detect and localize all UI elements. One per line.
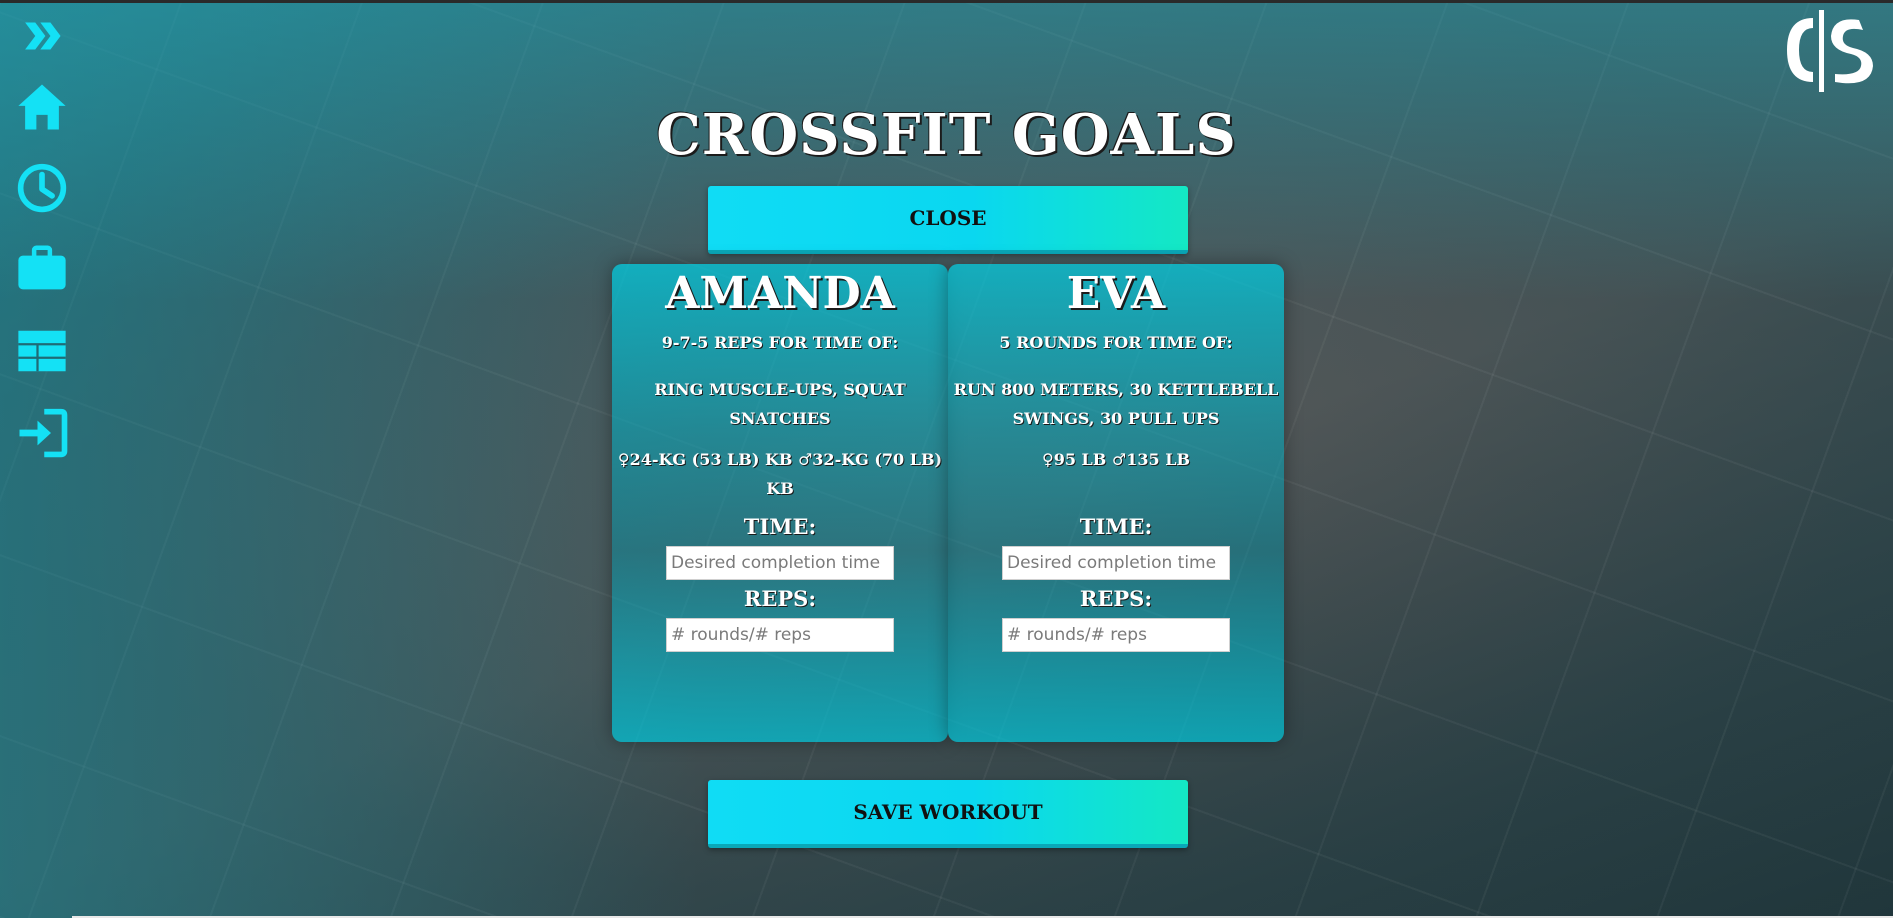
logo-mark-icon [1787,10,1873,92]
sidebar-item-table[interactable] [14,323,70,379]
reps-input[interactable] [666,618,894,652]
double-chevron-right-icon [25,22,61,50]
clock-icon [17,163,67,213]
close-button[interactable]: Close [708,186,1188,254]
time-label: Time: [1079,514,1153,539]
workout-name: Eva [1066,268,1166,319]
briefcase-icon [18,245,66,290]
reps-label: Reps: [743,586,817,611]
save-workout-button[interactable]: Save Workout [708,780,1188,848]
workout-movements: Run 800 meters, 30 kettlebell swings, 30… [953,380,1279,428]
page-title: CrossFit Goals [656,102,1237,168]
workout-scheme: 5 rounds for time of: [999,333,1233,352]
workout-scheme: 9-7-5 reps for time of: [661,333,899,352]
table-icon [18,330,66,372]
workout-movements: Ring Muscle-ups, Squat Snatches [654,380,906,428]
time-input[interactable] [1002,546,1230,580]
reps-input[interactable] [1002,618,1230,652]
time-input[interactable] [666,546,894,580]
sidebar-item-login[interactable] [14,405,70,461]
workout-card-eva: Eva 5 rounds for time of: Run 800 meters… [948,264,1284,742]
workout-card-amanda: Amanda 9-7-5 reps for time of: Ring Musc… [612,264,948,742]
reps-label: Reps: [1079,586,1153,611]
top-border [0,0,1893,3]
workout-weights: ♀24-kg (53 lb) KB ♂32-kg (70 lb) KB [617,450,943,498]
workout-weights: ♀95 lb ♂135 lb [1042,450,1190,469]
goal-form: Time: Reps: [948,514,1284,652]
sidebar-item-history[interactable] [14,160,70,216]
sign-in-icon [19,408,68,458]
brand-logo [1773,6,1893,94]
workout-name: Amanda [665,268,895,319]
goal-form: Time: Reps: [612,514,948,652]
sidebar-item-workouts[interactable] [14,240,70,296]
expand-sidebar-button[interactable] [14,8,70,64]
time-label: Time: [743,514,817,539]
